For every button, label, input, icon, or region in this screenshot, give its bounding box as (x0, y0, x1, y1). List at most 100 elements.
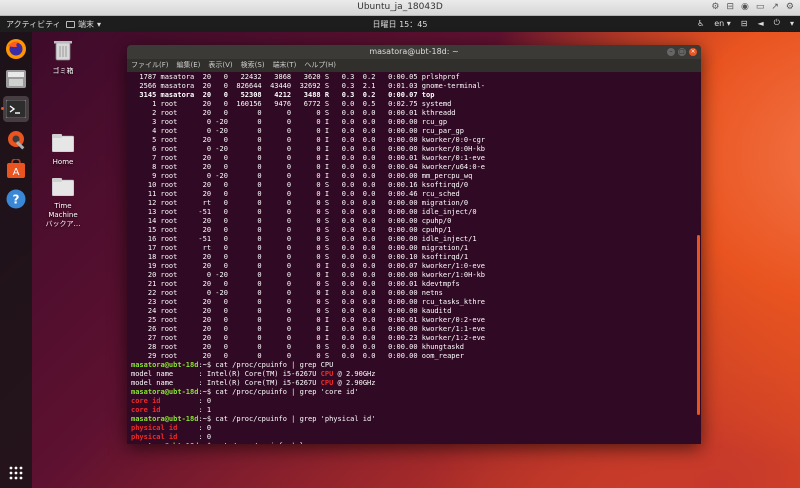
menu-help[interactable]: ヘルプ(H) (304, 59, 336, 72)
prompt-suffix: :~$ (198, 361, 216, 369)
host-toolbar: ⚙ ⊟ ◉ ▭ ↗ ⚙ (711, 2, 794, 12)
help-icon[interactable]: ? (3, 186, 29, 212)
trash-label: ゴミ箱 (52, 67, 74, 75)
output-text: model name : Intel(R) Core(TM) i5-6267U (131, 379, 321, 387)
terminal-window: masatora@ubt-18d: ~ – □ × ファイル(F) 編集(E) … (127, 45, 701, 444)
prompt-suffix: :~$ (198, 442, 215, 444)
terminal-app-icon[interactable] (3, 96, 29, 122)
trash-desktop-icon[interactable]: ゴミ箱 (37, 39, 89, 76)
settings-app-icon[interactable] (3, 126, 29, 152)
launcher-dock: A ? (0, 32, 32, 488)
clock[interactable]: 日曜日 15：45 (0, 19, 800, 30)
gear-icon[interactable]: ⚙ (786, 2, 794, 12)
output-line: model name : Intel(R) Core(TM) i5-6267U … (131, 379, 697, 388)
process-row: 29 root 20 0 0 0 0 S 0.0 0.0 0:00.00 oom… (131, 352, 464, 360)
settings-icon[interactable]: ⚙ (711, 2, 719, 12)
grep-match: core id (131, 406, 161, 414)
time-machine-desktop-icon[interactable]: Time Machine バックア… (37, 178, 89, 229)
firefox-icon[interactable] (3, 36, 29, 62)
terminal-titlebar[interactable]: masatora@ubt-18d: ~ – □ × (127, 45, 701, 59)
process-row: 19 root 20 0 0 0 0 I 0.0 0.0 0:00.07 kwo… (131, 262, 486, 270)
window-controls: – □ × (667, 48, 697, 56)
prompt-line: masatora@ubt-18d:~$ cat /proc/cpuinfo | … (131, 415, 697, 424)
show-apps-grid-icon[interactable] (3, 460, 29, 486)
process-row: 9 root 0 -20 0 0 0 I 0.0 0.0 0:00.00 mm_… (131, 172, 473, 180)
output-text: : 0 (177, 433, 212, 441)
window-icon[interactable]: ▭ (756, 2, 765, 12)
process-row: 25 root 20 0 0 0 0 I 0.0 0.0 0:00.01 kwo… (131, 316, 486, 324)
record-icon[interactable]: ◉ (741, 2, 749, 12)
process-row: 12 root rt 0 0 0 0 S 0.0 0.0 0:00.00 mig… (131, 199, 469, 207)
output-line: physical id : 0 (131, 433, 697, 442)
prompt-user-host: masatora@ubt-18d (131, 388, 199, 396)
prompt-line: masatora@ubt-18d:~$ cat /proc/cpuinfo | … (131, 442, 697, 444)
menu-view[interactable]: 表示(V) (208, 59, 232, 72)
drive-icon (51, 178, 75, 197)
grep-match: CPU (320, 379, 334, 387)
prompt-line: masatora@ubt-18d:~$ cat /proc/cpuinfo | … (131, 361, 697, 370)
volume-icon[interactable]: ◄ (758, 19, 764, 28)
menu-terminal[interactable]: 端末(T) (273, 59, 297, 72)
svg-text:?: ? (13, 193, 20, 207)
output-text: @ 2.90GHz (333, 379, 376, 387)
process-row: 7 root 20 0 0 0 0 I 0.0 0.0 0:00.01 kwor… (131, 154, 486, 162)
close-icon[interactable]: × (689, 48, 697, 56)
process-row: 2 root 20 0 0 0 0 S 0.0 0.0 0:00.01 kthr… (131, 109, 456, 117)
menu-file[interactable]: ファイル(F) (131, 59, 169, 72)
process-row: 1787 masatora 20 0 22432 3868 3620 S 0.3… (131, 73, 460, 81)
output-line: physical id : 0 (131, 424, 697, 433)
process-row: 15 root 20 0 0 0 0 S 0.0 0.0 0:00.00 cpu… (131, 226, 452, 234)
grep-match: physical id (131, 424, 178, 432)
process-row: 2566 masatora 20 0 826644 43440 32692 S … (131, 82, 486, 90)
prompt-user-host: masatora@ubt-18d (131, 361, 199, 369)
host-window-titlebar: Ubuntu_ja_18043D ⚙ ⊟ ◉ ▭ ↗ ⚙ (0, 0, 800, 16)
output-text: : 0 (160, 397, 212, 405)
menu-edit[interactable]: 編集(E) (177, 59, 201, 72)
process-row: 3 root 0 -20 0 0 0 I 0.0 0.0 0:00.00 rcu… (131, 118, 448, 126)
host-window-title: Ubuntu_ja_18043D (357, 2, 443, 12)
share-icon[interactable]: ↗ (771, 2, 779, 12)
svg-text:A: A (13, 167, 20, 178)
language-selector[interactable]: en ▾ (714, 19, 731, 28)
language-label: en (714, 18, 725, 28)
network-icon[interactable]: ⊟ (741, 19, 748, 28)
time-machine-label: Time Machine バックア… (45, 202, 81, 228)
process-row: 22 root 0 -20 0 0 0 I 0.0 0.0 0:00.00 ne… (131, 289, 443, 297)
prompt-suffix: :~$ (198, 388, 216, 396)
process-row: 3145 masatora 20 0 52308 4212 3488 R 0.3… (131, 91, 435, 99)
grep-match: CPU (320, 370, 334, 378)
process-row: 26 root 20 0 0 0 0 I 0.0 0.0 0:00.00 kwo… (131, 325, 486, 333)
prompt-suffix: :~$ (198, 415, 216, 423)
command-text: cat /proc/cpuinfo | grep 'physical id' (215, 415, 376, 423)
command-text: cat /proc/cpuinfo | grep 'core id' (215, 388, 359, 396)
process-row: 5 root 20 0 0 0 0 I 0.0 0.0 0:00.00 kwor… (131, 136, 486, 144)
process-row: 10 root 20 0 0 0 0 S 0.0 0.0 0:00.16 kso… (131, 181, 469, 189)
chevron-down-icon[interactable]: ▾ (790, 19, 794, 28)
output-line: core id : 0 (131, 397, 697, 406)
trash-icon (54, 41, 72, 61)
terminal-output[interactable]: 1787 masatora 20 0 22432 3868 3620 S 0.3… (127, 72, 697, 444)
process-row: 18 root 20 0 0 0 0 S 0.0 0.0 0:00.10 kso… (131, 253, 469, 261)
process-row: 27 root 20 0 0 0 0 I 0.0 0.0 0:00.23 kwo… (131, 334, 486, 342)
home-desktop-icon[interactable]: Home (37, 134, 89, 167)
maximize-icon[interactable]: □ (678, 48, 686, 56)
process-row: 14 root 20 0 0 0 0 S 0.0 0.0 0:00.00 cpu… (131, 217, 452, 225)
files-icon[interactable] (3, 66, 29, 92)
process-row: 24 root 20 0 0 0 0 S 0.0 0.0 0:00.00 kau… (131, 307, 452, 315)
command-text: cat /proc/cpuinfo | grep CPU (215, 361, 334, 369)
menu-search[interactable]: 検索(S) (241, 59, 265, 72)
terminal-title: masatora@ubt-18d: ~ (369, 47, 459, 56)
minimize-icon[interactable]: – (667, 48, 675, 56)
output-text: @ 2.90GHz (333, 370, 376, 378)
process-row: 20 root 0 -20 0 0 0 I 0.0 0.0 0:00.00 kw… (131, 271, 486, 279)
prompt-user-host: masatora@ubt-18d (131, 415, 199, 423)
process-row: 13 root -51 0 0 0 0 S 0.0 0.0 0:00.00 id… (131, 208, 477, 216)
power-icon[interactable]: ⏻ (774, 18, 780, 28)
prompt-user-host: masatora@ubt-18d (131, 442, 198, 444)
accessibility-icon[interactable]: ♿ (697, 19, 704, 28)
software-center-icon[interactable]: A (3, 156, 29, 182)
command-text: cat /proc/cpuinfo | less (215, 442, 316, 444)
scrollbar[interactable] (697, 235, 700, 415)
system-tray: ♿ en ▾ ⊟ ◄ ⏻ ▾ (697, 18, 794, 28)
display-icon[interactable]: ⊟ (726, 2, 734, 12)
